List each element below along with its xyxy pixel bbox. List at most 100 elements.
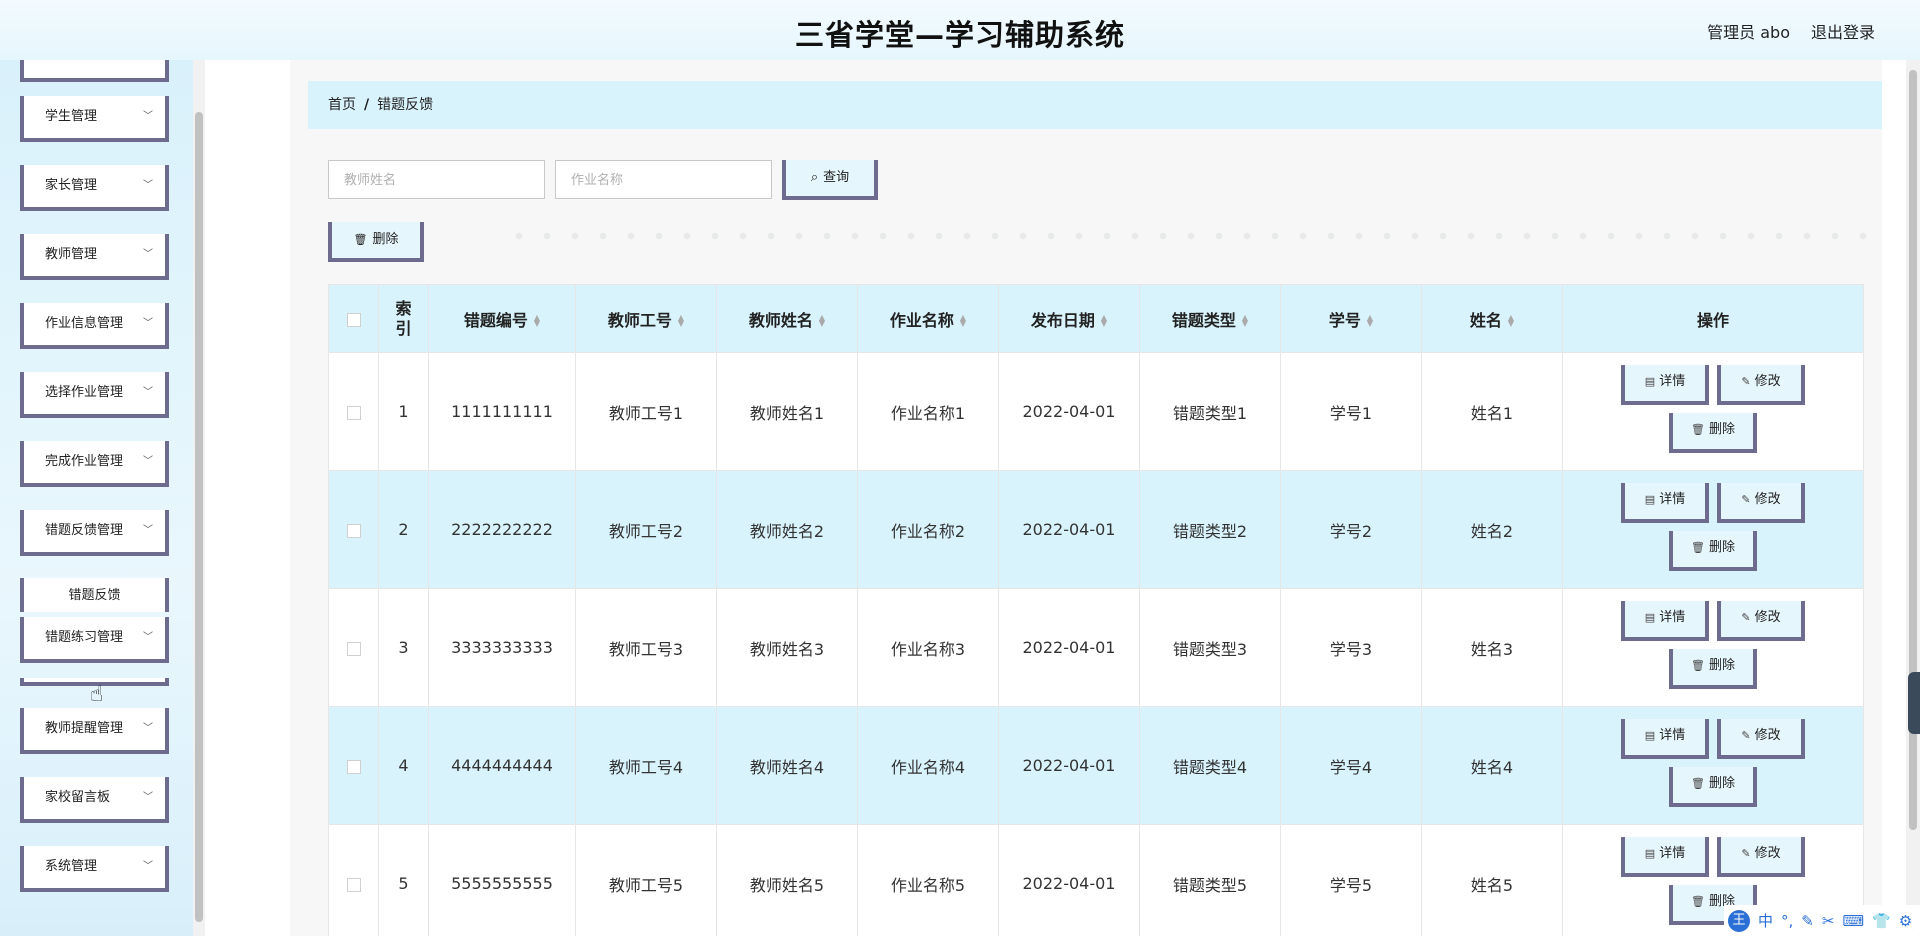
row-actions: ▤ 详情 ✎ 修改 🗑 删除 (1563, 707, 1863, 824)
sort-icon[interactable]: ▲ ▼ (1508, 314, 1514, 328)
sidebar-item-partial[interactable] (20, 60, 169, 82)
column-header-code[interactable]: 错题编号 ▲ ▼ (428, 284, 576, 353)
column-header-label: 错题类型 (1171, 310, 1236, 330)
trash-icon: 🗑 (1691, 659, 1705, 672)
actions-cell: ▤ 详情 ✎ 修改 🗑 删除 (1562, 470, 1864, 589)
batch-delete-button[interactable]: 🗑 删除 (328, 222, 424, 262)
cell-date: 2022-04-01 (998, 588, 1140, 707)
delete-button[interactable]: 🗑 删除 (1669, 531, 1757, 571)
chevron-down-icon: ﹀ (143, 249, 153, 260)
cell-homework: 作业名称1 (857, 352, 999, 471)
detail-button[interactable]: ▤ 详情 (1621, 601, 1709, 641)
detail-button[interactable]: ▤ 详情 (1621, 365, 1709, 405)
sort-icon[interactable]: ▲ ▼ (819, 314, 825, 328)
pen-icon[interactable]: ✎ (1801, 912, 1814, 930)
ime-toolbar[interactable]: 王 中 °, ✎ ✂ ⌨ 👕 ⚙ (1724, 905, 1920, 936)
column-header-type[interactable]: 错题类型 ▲ ▼ (1139, 284, 1281, 353)
row-checkbox[interactable] (346, 405, 361, 420)
sidebar-item-system[interactable]: 系统管理 ﹀ (20, 846, 169, 892)
sort-icon[interactable]: ▲ ▼ (534, 314, 540, 328)
page-scrollbar[interactable] (1906, 60, 1920, 936)
sidebar-item-teachers[interactable]: 教师管理 ﹀ (20, 234, 169, 280)
delete-button[interactable]: 🗑 删除 (1669, 413, 1757, 453)
select-all-checkbox[interactable] (346, 312, 361, 327)
detail-button[interactable]: ▤ 详情 (1621, 837, 1709, 877)
cell-index: 1 (378, 352, 429, 471)
detail-button-label: 详情 (1659, 374, 1686, 389)
table-row: 5 5555555555 教师工号5 教师姓名5 作业名称5 2022-04-01 错题类型… (328, 824, 1864, 936)
row-checkbox[interactable] (346, 877, 361, 892)
keyboard-icon[interactable]: ⌨ (1842, 912, 1864, 930)
row-checkbox[interactable] (346, 523, 361, 538)
sidebar-subitem-error-feedback[interactable]: 错题反馈 (20, 578, 169, 612)
row-checkbox[interactable] (346, 641, 361, 656)
sidebar-item-error-practice[interactable]: 错题练习管理 ﹀ (20, 617, 169, 663)
column-header-teacher-id[interactable]: 教师工号 ▲ ▼ (575, 284, 717, 353)
breadcrumb-home[interactable]: 首页 (328, 97, 356, 113)
pencil-icon: ✎ (1741, 611, 1751, 624)
document-icon: ▤ (1644, 375, 1656, 388)
sort-icon[interactable]: ▲ ▼ (1242, 314, 1248, 328)
ime-punctuation-icon[interactable]: °, (1781, 912, 1793, 930)
sidebar-item-parents[interactable]: 家长管理 ﹀ (20, 165, 169, 211)
edit-button[interactable]: ✎ 修改 (1717, 719, 1805, 759)
cell-teacher-id: 教师工号1 (575, 352, 717, 471)
sort-icon[interactable]: ▲ ▼ (678, 314, 684, 328)
chevron-down-icon: ﹀ (143, 632, 153, 643)
sort-icon[interactable]: ▲ ▼ (1101, 314, 1107, 328)
sidebar-item-homework-info[interactable]: 作业信息管理 ﹀ (20, 303, 169, 349)
sort-icon[interactable]: ▲ ▼ (1367, 314, 1373, 328)
top-header: 三省学堂—学习辅助系统 管理员 abo 退出登录 (0, 0, 1920, 60)
side-float-tab[interactable] (1908, 672, 1920, 734)
delete-button[interactable]: 🗑 删除 (1669, 767, 1757, 807)
edit-button[interactable]: ✎ 修改 (1717, 365, 1805, 405)
logout-link[interactable]: 退出登录 (1811, 19, 1875, 43)
cell-teacher-name: 教师姓名3 (716, 588, 858, 707)
column-header-homework[interactable]: 作业名称 ▲ ▼ (857, 284, 999, 353)
sidebar-item-message-board[interactable]: 家校留言板 ﹀ (20, 777, 169, 823)
search-button[interactable]: ⌕ 查询 (782, 160, 878, 200)
cell-code: 2222222222 (428, 470, 576, 589)
scissors-icon[interactable]: ✂ (1822, 912, 1835, 930)
detail-button[interactable]: ▤ 详情 (1621, 719, 1709, 759)
sidebar-scrollbar[interactable] (193, 60, 205, 936)
scrollbar-thumb[interactable] (195, 112, 203, 922)
row-select-cell (328, 824, 379, 936)
column-header-teacher-name[interactable]: 教师姓名 ▲ ▼ (716, 284, 858, 353)
edit-button-label: 修改 (1754, 728, 1781, 743)
sidebar-item-teacher-reminder[interactable]: 教师提醒管理 ﹀ (20, 708, 169, 754)
cell-homework: 作业名称2 (857, 470, 999, 589)
sidebar-item-error-feedback[interactable]: 错题反馈管理 ﹀ (20, 510, 169, 556)
edit-button[interactable]: ✎ 修改 (1717, 837, 1805, 877)
detail-button-label: 详情 (1659, 846, 1686, 861)
teacher-name-input[interactable] (328, 160, 545, 199)
homework-name-input[interactable] (555, 160, 772, 199)
row-checkbox[interactable] (346, 759, 361, 774)
cell-name: 姓名3 (1421, 588, 1563, 707)
actions-cell: ▤ 详情 ✎ 修改 🗑 删除 (1562, 706, 1864, 825)
gear-icon[interactable]: ⚙ (1899, 912, 1912, 930)
cell-teacher-id: 教师工号4 (575, 706, 717, 825)
search-button-label: 查询 (823, 170, 850, 185)
delete-button[interactable]: 🗑 删除 (1669, 649, 1757, 689)
sidebar-item-students[interactable]: 学生管理 ﹀ (20, 96, 169, 142)
column-header-student-no[interactable]: 学号 ▲ ▼ (1280, 284, 1422, 353)
shirt-icon[interactable]: 👕 (1872, 912, 1891, 930)
edit-button[interactable]: ✎ 修改 (1717, 601, 1805, 641)
sidebar-item-select-homework[interactable]: 选择作业管理 ﹀ (20, 372, 169, 418)
detail-button[interactable]: ▤ 详情 (1621, 483, 1709, 523)
actions-cell: ▤ 详情 ✎ 修改 🗑 删除 (1562, 588, 1864, 707)
sidebar-item-label: 错题练习管理 (45, 630, 124, 645)
ime-mode[interactable]: 中 (1758, 910, 1773, 931)
column-header-name[interactable]: 姓名 ▲ ▼ (1421, 284, 1563, 353)
cell-date: 2022-04-01 (998, 706, 1140, 825)
cell-teacher-name: 教师姓名4 (716, 706, 858, 825)
row-select-cell (328, 706, 379, 825)
sort-icon[interactable]: ▲ ▼ (960, 314, 966, 328)
edit-button[interactable]: ✎ 修改 (1717, 483, 1805, 523)
delete-button-label: 删除 (372, 232, 399, 247)
sidebar-item-completed-homework[interactable]: 完成作业管理 ﹀ (20, 441, 169, 487)
sidebar-item-label: 作业信息管理 (45, 316, 124, 331)
column-header-date[interactable]: 发布日期 ▲ ▼ (998, 284, 1140, 353)
row-select-cell (328, 588, 379, 707)
